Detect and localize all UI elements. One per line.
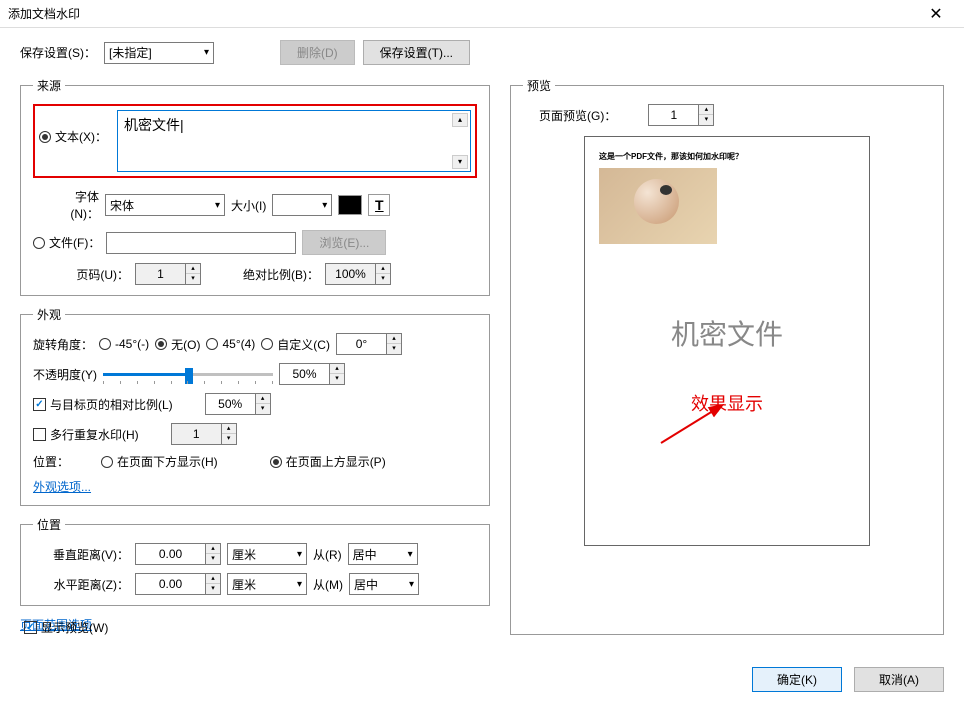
save-settings-label: 保存设置(S)： — [20, 44, 96, 61]
hdist-label: 水平距离(Z)： — [49, 576, 129, 593]
relative-spinner[interactable]: ▴▾ — [205, 393, 271, 415]
scroll-up-icon[interactable]: ▴ — [452, 113, 468, 127]
preview-page: 这是一个PDF文件，那该如何加水印呢？ 机密文件 效果显示 — [584, 136, 870, 546]
cancel-button[interactable]: 取消(A) — [854, 667, 944, 692]
abs-scale-spinner[interactable]: ▴▾ — [325, 263, 391, 285]
rot-neg45-radio[interactable]: -45°(-) — [99, 337, 149, 351]
vdist-spinner[interactable]: ▴▾ — [135, 543, 221, 565]
close-button[interactable]: ✕ — [916, 2, 956, 26]
save-config-button[interactable]: 保存设置(T)... — [363, 40, 470, 65]
source-group: 来源 文本(X)： 机密文件| ▴ ▾ — [20, 77, 490, 296]
rot-custom-radio[interactable]: 自定义(C) — [261, 336, 330, 353]
repeat-spinner[interactable]: ▴▾ — [171, 423, 237, 445]
preview-legend: 预览 — [523, 77, 555, 94]
font-label: 字体(N)： — [49, 188, 99, 222]
below-radio[interactable]: 在页面下方显示(H) — [101, 453, 218, 470]
rotation-label: 旋转角度： — [33, 336, 93, 353]
save-settings-combo[interactable]: [未指定]▾ — [104, 42, 214, 64]
appearance-group: 外观 旋转角度： -45°(-) 无(O) 45°(4) 自定义(C) ▴▾ 不… — [20, 306, 490, 506]
file-radio[interactable]: 文件(F)： — [33, 234, 100, 251]
watermark-text-input[interactable]: 机密文件| — [118, 111, 470, 171]
highlight-box: 文本(X)： 机密文件| ▴ ▾ — [33, 104, 477, 178]
appearance-options-link[interactable]: 外观选项... — [33, 478, 91, 495]
vunit-combo[interactable]: 厘米▾ — [227, 543, 307, 565]
text-radio[interactable]: 文本(X)： — [39, 110, 107, 145]
show-preview-checkbox[interactable]: 显示预览(W) — [24, 619, 108, 636]
scrollbar[interactable]: ▴ ▾ — [452, 113, 468, 169]
rot-none-radio[interactable]: 无(O) — [155, 336, 200, 353]
vdist-label: 垂直距离(V)： — [49, 546, 129, 563]
source-legend: 来源 — [33, 77, 65, 94]
scroll-down-icon[interactable]: ▾ — [452, 155, 468, 169]
opacity-slider[interactable] — [103, 364, 273, 384]
from-r-label: 从(R) — [313, 546, 342, 563]
delete-button: 删除(D) — [280, 40, 355, 65]
browse-button: 浏览(E)... — [302, 230, 386, 255]
position-legend: 位置 — [33, 516, 65, 533]
abs-scale-label: 绝对比例(B)： — [243, 266, 319, 283]
page-preview-label: 页面预览(G)： — [539, 107, 616, 124]
file-input[interactable] — [106, 232, 296, 254]
hunit-combo[interactable]: 厘米▾ — [227, 573, 307, 595]
position-label: 位置： — [33, 453, 69, 470]
radio-icon — [33, 237, 45, 249]
rot-45-radio[interactable]: 45°(4) — [206, 337, 255, 351]
repeat-checkbox[interactable]: 多行重复水印(H) — [33, 426, 139, 443]
window-title: 添加文档水印 — [8, 5, 80, 22]
appearance-legend: 外观 — [33, 306, 65, 323]
ok-button[interactable]: 确定(K) — [752, 667, 842, 692]
from-v-combo[interactable]: 居中▾ — [348, 543, 418, 565]
preview-image — [599, 168, 717, 244]
above-radio[interactable]: 在页面上方显示(P) — [270, 453, 386, 470]
rotation-spinner[interactable]: ▴▾ — [336, 333, 402, 355]
from-h-combo[interactable]: 居中▾ — [349, 573, 419, 595]
annotation-arrow-icon — [656, 398, 736, 448]
page-label: 页码(U)： — [49, 266, 129, 283]
text-input-wrap: 机密文件| ▴ ▾ — [117, 110, 471, 172]
color-picker[interactable] — [338, 195, 362, 215]
preview-doc-text: 这是一个PDF文件，那该如何加水印呢？ — [599, 151, 855, 162]
from-m-label: 从(M) — [313, 576, 343, 593]
radio-icon — [39, 131, 51, 143]
size-combo[interactable]: ▾ — [272, 194, 332, 216]
preview-group: 预览 页面预览(G)： ▴▾ 这是一个PDF文件，那该如何加水印呢？ 机密文件 … — [510, 77, 944, 635]
opacity-label: 不透明度(Y) — [33, 366, 97, 383]
watermark-preview: 机密文件 — [671, 313, 783, 353]
page-spinner[interactable]: ▴▾ — [135, 263, 201, 285]
underline-button[interactable]: T — [368, 194, 390, 216]
chevron-down-icon: ▾ — [204, 47, 209, 58]
opacity-spinner[interactable]: ▴▾ — [279, 363, 345, 385]
font-combo[interactable]: 宋体▾ — [105, 194, 225, 216]
position-group: 位置 垂直距离(V)： ▴▾ 厘米▾ 从(R) 居中▾ 水平距离(Z)： — [20, 516, 490, 606]
relative-scale-checkbox[interactable]: 与目标页的相对比例(L) — [33, 396, 173, 413]
titlebar: 添加文档水印 ✕ — [0, 0, 964, 28]
hdist-spinner[interactable]: ▴▾ — [135, 573, 221, 595]
size-label: 大小(I) — [231, 197, 266, 214]
page-preview-spinner[interactable]: ▴▾ — [648, 104, 714, 126]
